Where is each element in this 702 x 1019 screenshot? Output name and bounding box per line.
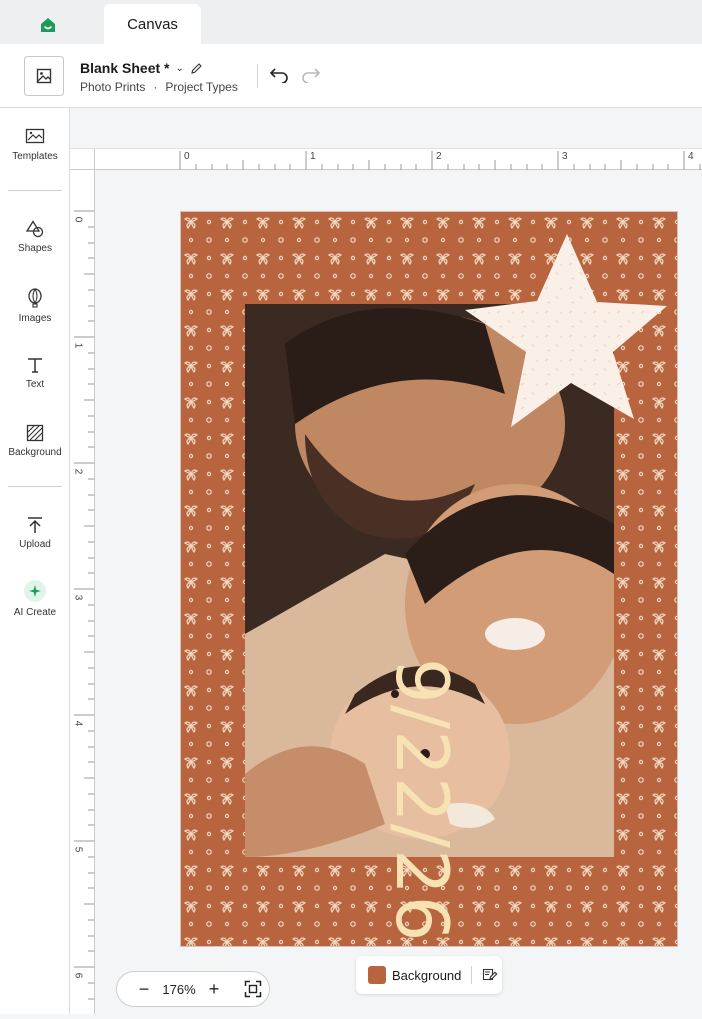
sidebar-item-label: Background [8, 447, 62, 458]
zoom-control: − 176% + [116, 971, 270, 1007]
sidebar-item-ai-create[interactable]: AI Create [0, 580, 70, 618]
zoom-out-button[interactable]: − [131, 979, 157, 1000]
sidebar-item-label: Shapes [18, 243, 52, 254]
ruler-left-number: 4 [72, 720, 84, 727]
design-canvas[interactable]: 9/22/26 [180, 211, 678, 947]
ruler-left-number: 6 [72, 972, 84, 979]
pencil-icon[interactable] [190, 62, 203, 75]
ruler-top-number: 3 [562, 151, 568, 162]
tab-bar: Canvas [0, 0, 702, 44]
sidebar-item-templates[interactable]: Templates [0, 128, 70, 162]
sidebar-item-label: Images [18, 313, 52, 324]
home-button[interactable] [26, 6, 70, 44]
sidebar-item-text[interactable]: Text [0, 356, 70, 390]
layer-label: Background [392, 967, 462, 983]
image-icon [36, 68, 52, 84]
breadcrumb-item-project-types[interactable]: Project Types [165, 80, 237, 94]
project-title[interactable]: Blank Sheet * ⌄ [80, 60, 203, 76]
redo-icon [302, 68, 321, 83]
pill-divider [471, 966, 473, 984]
date-text[interactable]: 9/22/26 [377, 658, 467, 943]
sidebar-item-shapes[interactable]: Shapes [0, 220, 70, 254]
edit-layer-icon[interactable] [482, 967, 498, 983]
sidebar-item-background[interactable]: Background [0, 424, 70, 458]
ruler-corner [70, 148, 95, 170]
sidebar-divider [8, 190, 62, 191]
zoom-level[interactable]: 176% [157, 982, 201, 997]
left-sidebar: Templates Shapes Images Text Background [0, 108, 70, 1014]
sidebar-item-label: Upload [19, 539, 51, 550]
ruler-left-number: 5 [72, 846, 84, 853]
ruler-top-number: 0 [184, 151, 190, 162]
sidebar-item-label: Templates [12, 151, 58, 162]
project-header: Blank Sheet * ⌄ Photo Prints · Project T… [0, 44, 702, 108]
ruler-left: 0 1 2 3 4 5 6 [70, 170, 95, 1014]
zoom-in-button[interactable]: + [201, 979, 227, 1000]
project-title-text: Blank Sheet * [80, 60, 170, 76]
home-icon [41, 18, 55, 32]
templates-icon [25, 128, 45, 144]
ruler-left-number: 0 [72, 216, 84, 223]
breadcrumb: Photo Prints · Project Types [80, 80, 238, 94]
sidebar-item-label: AI Create [13, 607, 57, 618]
layer-swatch [368, 966, 386, 984]
upload-icon [28, 517, 42, 533]
project-thumbnail-button[interactable] [24, 56, 64, 96]
sidebar-item-upload[interactable]: Upload [0, 516, 70, 550]
fit-screen-icon [244, 980, 262, 998]
undo-button[interactable] [266, 62, 292, 88]
chevron-down-icon[interactable]: ⌄ [175, 63, 183, 74]
breadcrumb-item-photo-prints[interactable]: Photo Prints [80, 80, 145, 94]
ruler-left-number: 1 [72, 342, 84, 349]
ruler-left-ticks [74, 210, 94, 1000]
background-icon [26, 424, 44, 442]
sidebar-item-images[interactable]: Images [0, 288, 70, 324]
ruler-left-number: 2 [72, 468, 84, 475]
ruler-top: 0 1 2 3 4 [95, 148, 702, 170]
sidebar-divider [8, 486, 62, 487]
ruler-top-number: 4 [688, 151, 694, 162]
sidebar-item-label: Text [25, 379, 45, 390]
undo-icon [269, 68, 288, 83]
fit-to-screen-button[interactable] [241, 977, 265, 1001]
redo-button[interactable] [298, 62, 324, 88]
ruler-top-number: 1 [310, 151, 316, 162]
ruler-top-number: 2 [436, 151, 442, 162]
header-divider [257, 64, 258, 88]
sparkle-icon [24, 580, 46, 602]
balloon-icon [28, 288, 42, 308]
selected-layer-pill[interactable]: Background [356, 956, 502, 994]
breadcrumb-separator: · [153, 80, 158, 94]
shapes-icon [25, 220, 44, 238]
text-icon [28, 358, 42, 373]
ruler-left-number: 3 [72, 594, 84, 601]
tab-canvas[interactable]: Canvas [104, 4, 201, 44]
